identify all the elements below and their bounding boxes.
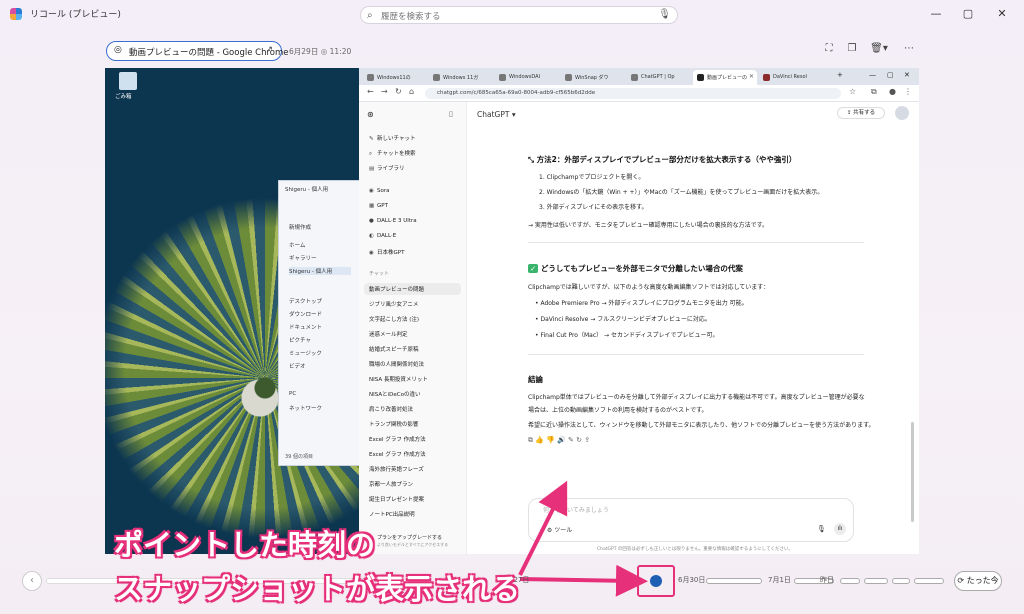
timeline-date-label: 昨日 [820, 576, 834, 584]
timeline-segment[interactable] [914, 578, 944, 584]
now-button[interactable]: ⟳ たった今 [954, 571, 1002, 591]
timeline-back-icon[interactable]: ‹ [22, 571, 42, 591]
annotation-line-1: ポイントした時刻の [114, 528, 376, 562]
timeline-date-label: 7月1日 [768, 576, 791, 584]
timeline-segment[interactable] [892, 578, 910, 584]
timeline-date-label: 6月30日 [678, 576, 706, 584]
timeline-slider-knob[interactable] [650, 575, 662, 587]
annotation-line-2: スナップショットが表示される [114, 572, 521, 606]
arrow-to-snapshot [518, 480, 568, 576]
timeline-segment[interactable] [864, 578, 888, 584]
timeline-segment[interactable] [706, 578, 762, 584]
annotation: ポイントした時刻の スナップショットが表示される [114, 522, 520, 608]
timeline-segment[interactable] [840, 578, 860, 584]
